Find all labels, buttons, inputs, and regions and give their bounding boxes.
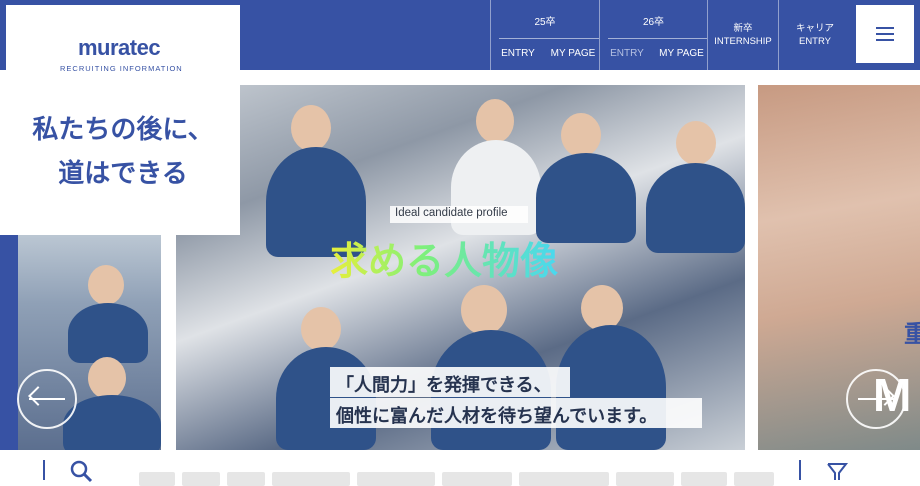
person-head (581, 285, 623, 331)
person-head (88, 265, 124, 305)
menu-button[interactable] (856, 5, 914, 63)
hero-caption-line1: 「人間力」を発揮できる、 (336, 375, 552, 396)
category-tag[interactable] (616, 472, 674, 486)
nav-group-25: 25卒 ENTRY MY PAGE (490, 0, 599, 70)
divider (499, 38, 599, 39)
category-tag[interactable] (519, 472, 609, 486)
internship-line2: INTERNSHIP (714, 36, 772, 47)
nav-group-25-label: 25卒 (534, 17, 556, 28)
tagline-line2: 道はできる (58, 159, 188, 189)
hamburger-menu-icon (876, 27, 894, 29)
nav-group-26-label: 26卒 (642, 17, 665, 28)
internship-line1: 新卒 (733, 23, 753, 34)
category-tag[interactable] (139, 472, 175, 486)
funnel-icon[interactable] (825, 461, 849, 480)
hero-caption-line2: 個性に富んだ人材を待ち望んでいます。 (336, 406, 658, 427)
category-tag[interactable] (357, 472, 435, 486)
mypage-25-link[interactable]: MY PAGE (547, 48, 599, 59)
career-line1: キャリア (795, 23, 834, 34)
entry-26-link[interactable]: ENTRY (600, 48, 654, 59)
divider (43, 460, 45, 480)
category-tag[interactable] (227, 472, 265, 486)
person-body (68, 303, 148, 363)
internship-link[interactable]: 新卒 INTERNSHIP (708, 22, 778, 48)
divider (799, 460, 801, 480)
person-body (63, 395, 161, 450)
logo-subtitle: RECRUITING INFORMATION (60, 64, 183, 73)
person-head (676, 121, 716, 165)
hero-title: 求める人物像 (330, 230, 558, 285)
side-accent-strip (0, 235, 18, 450)
prev-slide-button[interactable] (17, 369, 77, 429)
category-tag[interactable] (681, 472, 727, 486)
hero-label: Ideal candidate profile (395, 207, 508, 219)
search-icon[interactable] (69, 459, 95, 483)
person-body (646, 163, 745, 253)
person-head (301, 307, 341, 351)
category-tag[interactable] (182, 472, 220, 486)
category-tag[interactable] (734, 472, 774, 486)
career-entry-link[interactable]: キャリア ENTRY (779, 22, 851, 48)
tagline-line1: 私たちの後に、 (32, 115, 214, 145)
career-line2: ENTRY (798, 36, 832, 47)
nav-career: キャリア ENTRY (778, 0, 851, 70)
entry-25-link[interactable]: ENTRY (491, 48, 545, 59)
person-head (291, 105, 331, 151)
person-head (561, 113, 601, 157)
person-head (88, 357, 126, 399)
category-tag[interactable] (272, 472, 350, 486)
category-tag[interactable] (442, 472, 512, 486)
logo-panel: muratec RECRUITING INFORMATION 私たちの後に、 道… (6, 5, 240, 235)
next-slide-button[interactable] (846, 369, 906, 429)
person-body (556, 325, 666, 450)
next-slide-text: 重 (904, 320, 920, 348)
divider (608, 38, 707, 39)
hamburger-menu-icon (876, 39, 894, 41)
nav-group-26: 26卒 ENTRY MY PAGE (599, 0, 707, 70)
nav-internship: 新卒 INTERNSHIP (707, 0, 778, 70)
mypage-26-link[interactable]: MY PAGE (656, 48, 707, 59)
hamburger-menu-icon (876, 33, 894, 35)
person-head (476, 99, 514, 143)
muratec-logo[interactable]: muratec (78, 35, 161, 61)
person-head (461, 285, 507, 335)
